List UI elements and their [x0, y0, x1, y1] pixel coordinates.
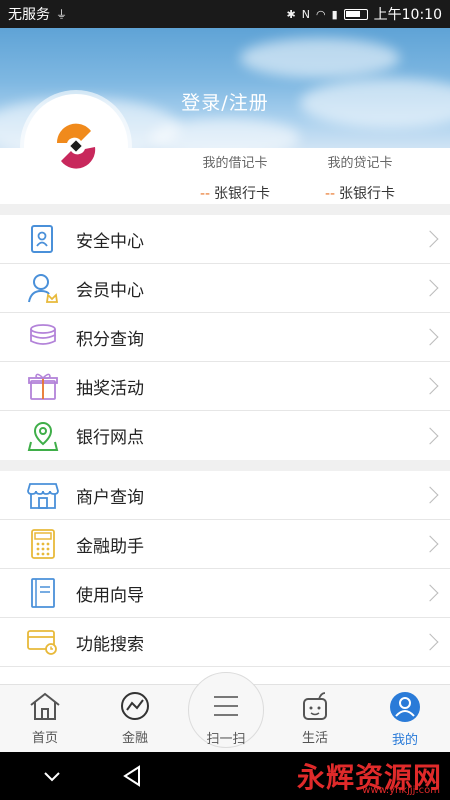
debit-card-unit: 张银行卡 — [214, 186, 271, 202]
menu-label-member-center: 会员中心 — [76, 280, 144, 301]
coins-icon — [26, 320, 60, 354]
chevron-right-icon — [421, 427, 439, 444]
menu-item-function-search[interactable]: 功能搜索 — [0, 618, 450, 667]
credit-card-summary[interactable]: 我的贷记卡 -- 张银行卡 — [290, 148, 430, 203]
menu-item-security-center[interactable]: 安全中心 — [0, 215, 450, 264]
life-cup-icon — [303, 692, 327, 720]
menu-item-member-center[interactable]: 会员中心 — [0, 264, 450, 313]
menu-item-financial-assistant[interactable]: 金融助手 — [0, 520, 450, 569]
menu-group-tools: 商户查询 金融助手 使用向导 功能搜索 — [0, 471, 450, 687]
menu-group-account: 安全中心 会员中心 积分查询 抽奖活动 银行网点 — [0, 215, 450, 460]
menu-item-points-query[interactable]: 积分查询 — [0, 313, 450, 362]
member-icon — [26, 271, 60, 305]
chevron-right-icon — [421, 633, 439, 651]
usb-icon: ⏚ — [56, 8, 67, 21]
scan-icon — [214, 696, 238, 716]
chevron-right-icon — [421, 584, 439, 602]
calculator-icon — [26, 527, 60, 561]
menu-label-function-search: 功能搜索 — [76, 634, 144, 655]
nfc-icon: N — [301, 7, 310, 21]
clock: 上午10:10 — [373, 7, 442, 23]
wifi-icon: ◠ — [315, 7, 326, 21]
menu-item-bank-branches[interactable]: 银行网点 — [0, 411, 450, 460]
menu-item-lottery-activity[interactable]: 抽奖活动 — [0, 362, 450, 411]
watermark-url: www.yhkjjj.com — [362, 785, 440, 796]
menu-label-financial-assistant: 金融助手 — [76, 536, 144, 557]
chevron-right-icon — [421, 279, 439, 297]
menu-label-user-guide: 使用向导 — [76, 585, 144, 606]
chevron-right-icon — [421, 230, 439, 248]
home-icon — [30, 692, 60, 720]
chevron-down-icon[interactable] — [42, 770, 62, 784]
nav-home-label: 首页 — [31, 731, 58, 746]
debit-card-label: 我的借记卡 — [202, 156, 268, 171]
gift-icon — [26, 369, 60, 403]
battery-icon — [343, 8, 368, 20]
debit-card-summary[interactable]: 我的借记卡 -- 张银行卡 — [165, 148, 305, 203]
credit-card-count: -- — [324, 186, 336, 202]
profile-icon — [390, 692, 420, 722]
credit-card-label: 我的贷记卡 — [327, 156, 393, 171]
shop-icon — [26, 478, 60, 512]
nav-life[interactable]: 生活 — [280, 691, 350, 746]
menu-label-merchant-query: 商户查询 — [76, 487, 144, 508]
menu-item-user-guide[interactable]: 使用向导 — [0, 569, 450, 618]
chevron-right-icon — [421, 486, 439, 504]
nav-life-label: 生活 — [301, 731, 328, 746]
nav-scan-label: 扫一扫 — [206, 732, 246, 747]
card-search-icon — [26, 625, 60, 659]
menu-label-security-center: 安全中心 — [76, 231, 144, 252]
nav-finance-label: 金融 — [121, 731, 148, 746]
menu-label-lottery-activity: 抽奖活动 — [76, 378, 144, 399]
signal-icon: ▮ — [331, 7, 338, 21]
status-bar: 无服务 ⏚ ✱ N ◠ ▮ 上午10:10 — [0, 0, 450, 28]
chevron-right-icon — [421, 328, 439, 346]
avatar[interactable] — [24, 94, 128, 198]
bluetooth-icon: ✱ — [286, 7, 296, 21]
menu-label-bank-branches: 银行网点 — [76, 428, 144, 448]
carrier-label: 无服务 — [8, 7, 50, 23]
back-icon[interactable] — [122, 765, 142, 787]
credit-card-unit: 张银行卡 — [339, 186, 396, 202]
nav-home[interactable]: 首页 — [10, 691, 80, 746]
menu-label-points-query: 积分查询 — [76, 329, 144, 350]
chevron-right-icon — [421, 377, 439, 395]
debit-card-count: -- — [199, 186, 211, 202]
finance-chart-icon — [121, 692, 149, 720]
bank-logo-icon — [56, 123, 96, 169]
nav-mine-label: 我的 — [391, 733, 418, 748]
shield-card-icon — [26, 222, 60, 256]
chevron-right-icon — [421, 535, 439, 553]
location-pin-icon — [26, 419, 60, 453]
menu-item-merchant-query[interactable]: 商户查询 — [0, 471, 450, 520]
nav-mine[interactable]: 我的 — [370, 691, 440, 748]
book-icon — [26, 576, 60, 610]
nav-finance[interactable]: 金融 — [100, 691, 170, 746]
